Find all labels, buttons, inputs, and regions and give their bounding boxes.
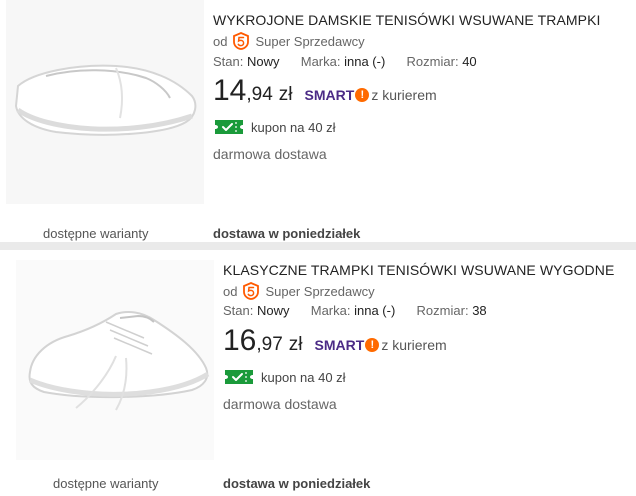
smart-exclamation-icon: ! bbox=[365, 338, 380, 352]
variants-link[interactable]: dostępne warianty bbox=[43, 226, 149, 241]
listing-attributes: Stan: Nowy Marka: inna (-) Rozmiar: 38 bbox=[223, 303, 487, 318]
brand-value: inna (-) bbox=[354, 303, 396, 318]
condition-value: Nowy bbox=[256, 303, 290, 318]
free-delivery: darmowa dostawa bbox=[213, 146, 327, 162]
listing-title[interactable]: KLASYCZNE TRAMPKI TENISÓWKI WSUWANE WYGO… bbox=[223, 262, 614, 278]
coupon-ticket-icon bbox=[225, 370, 253, 384]
coupon-info: kupon na 40 zł bbox=[213, 118, 336, 136]
smart-courier: z kurierem bbox=[371, 87, 437, 103]
seller-prefix: od bbox=[213, 33, 228, 49]
seller-name[interactable]: Super Sprzedawcy bbox=[255, 34, 364, 49]
brand-label: Marka: bbox=[300, 54, 341, 69]
seller-name[interactable]: Super Sprzedawcy bbox=[265, 284, 374, 299]
slip-on-shoe-image bbox=[6, 0, 204, 204]
delivery-date: dostawa w poniedziałek bbox=[223, 476, 371, 491]
smart-badge: SMART ! z kurierem bbox=[315, 337, 447, 353]
price-integer: 14 bbox=[213, 74, 247, 107]
condition-label: Stan: bbox=[223, 303, 254, 318]
product-image[interactable] bbox=[6, 0, 204, 204]
smart-label: SMART bbox=[304, 87, 355, 103]
super-seller-icon bbox=[243, 282, 260, 300]
price-fraction: ,94 bbox=[246, 84, 273, 105]
size-value: 40 bbox=[462, 54, 477, 69]
price-currency: zł bbox=[288, 334, 303, 355]
smart-exclamation-icon: ! bbox=[355, 88, 370, 102]
listing-attributes: Stan: Nowy Marka: inna (-) Rozmiar: 40 bbox=[213, 54, 477, 69]
listing-card[interactable]: KLASYCZNE TRAMPKI TENISÓWKI WSUWANE WYGO… bbox=[0, 250, 636, 496]
size-label: Rozmiar: bbox=[406, 54, 459, 69]
coupon-info: kupon na 40 zł bbox=[223, 368, 346, 386]
price-row: 14 ,94 zł SMART ! z kurierem bbox=[213, 74, 437, 108]
variants-link[interactable]: dostępne warianty bbox=[53, 476, 159, 491]
price-fraction: ,97 bbox=[256, 334, 283, 355]
brand-label: Marka: bbox=[310, 303, 351, 318]
coupon-ticket-icon bbox=[215, 120, 243, 134]
seller-info: od Super Sprzedawcy bbox=[223, 282, 375, 300]
brand-value: inna (-) bbox=[344, 54, 386, 69]
smart-badge: SMART ! z kurierem bbox=[305, 87, 437, 103]
product-image[interactable] bbox=[16, 260, 214, 460]
price-currency: zł bbox=[278, 84, 293, 105]
price-row: 16 ,97 zł SMART ! z kurierem bbox=[223, 324, 447, 358]
listing-card[interactable]: WYKROJONE DAMSKIE TENISÓWKI WSUWANE TRAM… bbox=[0, 0, 636, 242]
smart-label: SMART bbox=[314, 337, 365, 353]
listing-title[interactable]: WYKROJONE DAMSKIE TENISÓWKI WSUWANE TRAM… bbox=[213, 12, 601, 28]
size-label: Rozmiar: bbox=[416, 303, 469, 318]
condition-label: Stan: bbox=[213, 54, 244, 69]
condition-value: Nowy bbox=[246, 54, 280, 69]
coupon-text: kupon na 40 zł bbox=[251, 119, 336, 135]
free-delivery: darmowa dostawa bbox=[223, 396, 337, 412]
coupon-text: kupon na 40 zł bbox=[261, 369, 346, 385]
seller-prefix: od bbox=[223, 283, 238, 299]
delivery-date: dostawa w poniedziałek bbox=[213, 226, 361, 241]
seller-info: od Super Sprzedawcy bbox=[213, 32, 365, 50]
super-seller-icon bbox=[233, 32, 250, 50]
smart-courier: z kurierem bbox=[381, 337, 447, 353]
price-integer: 16 bbox=[223, 324, 257, 357]
size-value: 38 bbox=[472, 303, 487, 318]
lace-up-sneaker-image bbox=[16, 260, 214, 460]
